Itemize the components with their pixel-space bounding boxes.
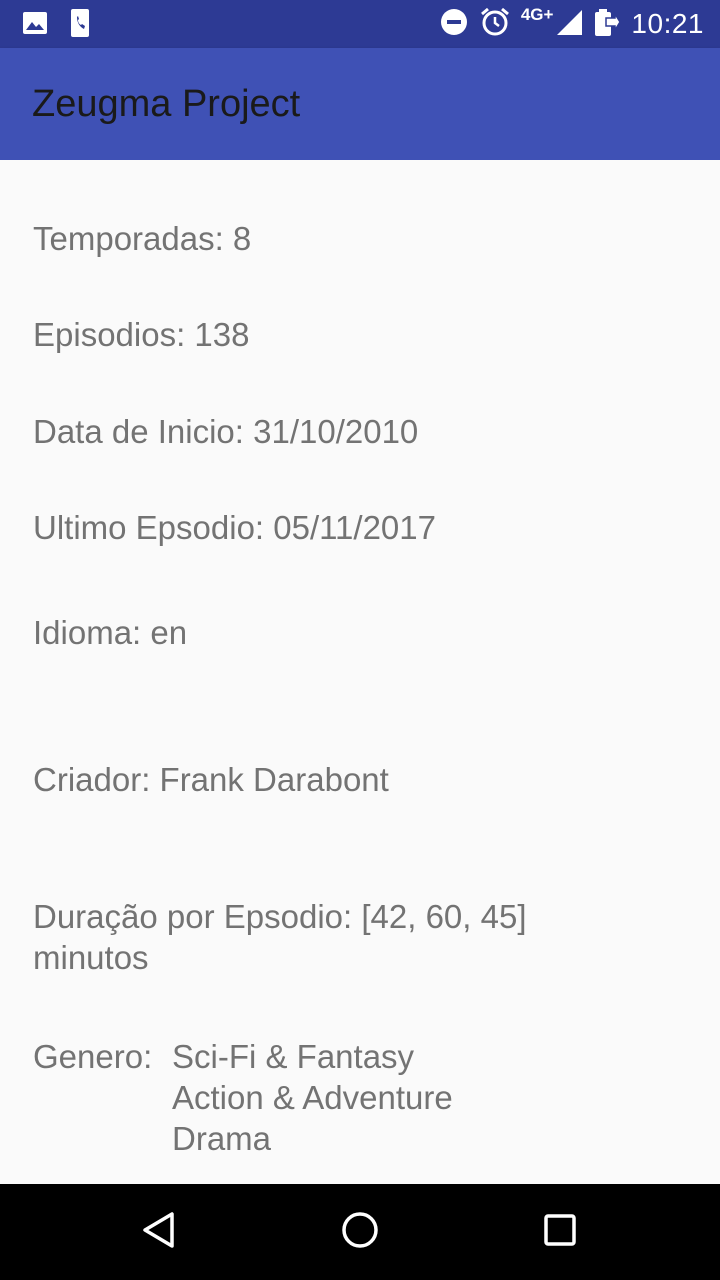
do-not-disturb-icon	[439, 7, 469, 42]
language-text: Idioma: en	[33, 614, 188, 651]
start-date-text: Data de Inicio: 31/10/2010	[33, 413, 419, 450]
home-icon	[340, 1210, 380, 1255]
genre-item: Action & Adventure	[172, 1079, 453, 1116]
genre-item: Drama	[172, 1120, 272, 1157]
battery-charging-icon	[593, 7, 622, 42]
signal-icon	[555, 8, 583, 41]
app-bar: Zeugma Project	[0, 48, 720, 160]
genre-list: Sci-Fi & Fantasy Action & Adventure Dram…	[172, 1036, 453, 1159]
screen: 4G+ 10:21 Zeugma Project Temporadas: 8 E…	[0, 0, 720, 1280]
status-bar: 4G+ 10:21	[0, 0, 720, 48]
episodes-text: Episodios: 138	[33, 316, 250, 353]
status-time: 10:21	[631, 8, 704, 39]
back-icon	[140, 1210, 180, 1255]
recents-icon	[540, 1210, 580, 1255]
details-content: Temporadas: 8 Episodios: 138 Data de Ini…	[0, 160, 720, 1184]
navigation-bar	[0, 1184, 720, 1280]
alarm-icon	[479, 6, 511, 43]
phone-file-icon	[70, 8, 90, 43]
duration-text-line1: Duração por Epsodio: [42, 60, 45]	[33, 898, 527, 935]
app-title: Zeugma Project	[32, 83, 301, 125]
genre-label: Genero:	[33, 1038, 153, 1075]
gallery-icon	[22, 11, 48, 40]
last-episode-text: Ultimo Epsodio: 05/11/2017	[33, 509, 436, 546]
duration-text-line2: minutos	[33, 939, 149, 976]
back-button[interactable]	[136, 1208, 184, 1256]
genre-item: Sci-Fi & Fantasy	[172, 1038, 415, 1075]
home-button[interactable]	[336, 1208, 384, 1256]
network-type-label: 4G+	[520, 5, 554, 24]
recents-button[interactable]	[536, 1208, 584, 1256]
seasons-text: Temporadas: 8	[33, 220, 252, 257]
status-left-icons	[22, 8, 90, 43]
status-right-icons: 4G+ 10:21	[439, 5, 704, 43]
creator-text: Criador: Frank Darabont	[33, 761, 389, 798]
